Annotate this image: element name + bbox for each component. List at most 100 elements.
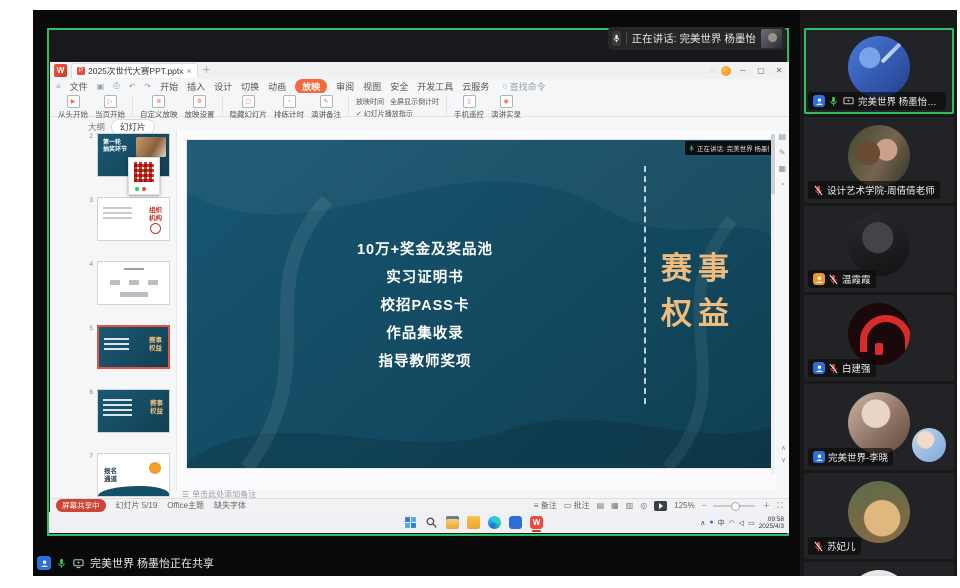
minimize-button[interactable]: ─ [737, 66, 749, 75]
zoom-slider[interactable] [713, 505, 755, 507]
option-fullscreen-countdown[interactable]: 全屏显示倒计时 [390, 97, 439, 107]
menu-file[interactable]: 文件 [70, 80, 88, 93]
find-command[interactable]: ○查找命令 [502, 80, 545, 93]
floating-mini-avatar[interactable] [912, 428, 946, 462]
menu-design[interactable]: 设计 [214, 80, 232, 93]
custom-show-button[interactable]: ≣自定义放映 [140, 95, 178, 120]
tray-app-icon[interactable]: ● [709, 519, 713, 526]
option-show-time[interactable]: 放映时间 [356, 97, 384, 107]
slideshow-play-button[interactable] [654, 501, 667, 511]
participant-tile-clipped[interactable] [804, 562, 954, 576]
layout-tool-icon[interactable]: ▦ [778, 164, 786, 173]
benefit-line: 实习证明书 [315, 266, 535, 287]
phone-icon: ▯ [463, 95, 476, 108]
theme-label[interactable]: Office主题 [167, 500, 204, 511]
network-icon[interactable]: ◠ [729, 519, 735, 527]
battery-icon[interactable]: ▭ [748, 519, 755, 527]
menu-slideshow-active[interactable]: 放映 [295, 79, 327, 94]
play-from-start-button[interactable]: ▶从头开始 [58, 95, 88, 120]
next-slide-arrow[interactable]: ∨ [781, 456, 786, 464]
comments-toggle[interactable]: ▭ 批注 [564, 500, 590, 511]
avatar [848, 570, 910, 576]
eye-mode-icon[interactable]: ◎ [640, 501, 647, 510]
account-avatar[interactable] [721, 66, 731, 76]
reading-view-icon[interactable]: ▥ [626, 501, 634, 510]
share-status-banner: 完美世界 杨墨怡正在共享 [37, 553, 214, 573]
slide-thumbnail-5[interactable]: 赛事权益 [97, 389, 170, 433]
tab-outline[interactable]: 大纲 [88, 121, 105, 133]
print-icon[interactable]: ⎙ [113, 81, 119, 91]
hamburger-icon[interactable]: ≡ [56, 82, 61, 91]
redo-icon[interactable]: ↷ [144, 82, 151, 91]
notes-hint-bar[interactable]: ☰ 单击此处添加备注 [176, 490, 775, 498]
menu-review[interactable]: 审阅 [336, 80, 354, 93]
mic-on-icon [56, 558, 67, 569]
file-explorer-icon[interactable] [446, 516, 459, 529]
play-from-current-button[interactable]: ▷当页开始 [95, 95, 125, 120]
participant-tile[interactable]: 苏妃儿 [804, 473, 954, 559]
zoom-in-icon[interactable]: ＋ [762, 500, 770, 511]
notes-toggle[interactable]: ≡ 备注 [534, 500, 557, 511]
taskbar-clock[interactable]: 09:58 2025/4/3 [759, 516, 784, 530]
participant-tile[interactable]: 温霞霞 [804, 206, 954, 292]
tray-expand-icon[interactable]: ∧ [700, 519, 705, 527]
menu-cloud[interactable]: 云服务 [462, 80, 489, 93]
wps-logo-icon[interactable]: W [54, 64, 67, 77]
ppt-file-icon: P [77, 67, 85, 75]
lecture-record-button[interactable]: ◉演讲实录 [491, 95, 521, 120]
edge-browser-icon[interactable] [488, 516, 501, 529]
menu-animation[interactable]: 动画 [268, 80, 286, 93]
canvas-scrollbar[interactable] [771, 134, 775, 474]
outline-tool-icon[interactable]: ▤ [778, 132, 786, 141]
fit-slide-icon[interactable]: ⛶ [777, 501, 783, 511]
close-button[interactable]: ✕ [773, 66, 785, 75]
start-button-icon[interactable] [404, 516, 417, 529]
comment-tool-icon[interactable]: ✎ [779, 148, 786, 157]
prev-slide-arrow[interactable]: ∧ [781, 444, 786, 452]
slide-thumbnail-2[interactable]: 组织机构 [97, 197, 170, 241]
save-icon[interactable]: ▣ [97, 82, 105, 91]
undo-icon[interactable]: ↶ [129, 82, 136, 91]
zoom-out-icon[interactable]: − [702, 501, 707, 510]
rehearse-timing-button[interactable]: ◔排练计时 [274, 95, 304, 120]
document-tab[interactable]: P 2025次世代大赛PPT.pptx × [71, 63, 198, 78]
speaker-notes-button[interactable]: ✎演讲备注 [311, 95, 341, 120]
participant-tile[interactable]: 白建强 [804, 295, 954, 381]
blue-app-icon[interactable] [509, 516, 522, 529]
zoom-level[interactable]: 125% [674, 501, 694, 510]
participant-tile[interactable]: 设计艺术学院-周倩倩老师 [804, 117, 954, 203]
hide-slide-button[interactable]: ▢隐藏幻灯片 [230, 95, 268, 120]
zoom-knob[interactable] [731, 502, 740, 511]
phone-remote-button[interactable]: ▯手机遥控 [454, 95, 484, 120]
menu-transition[interactable]: 切换 [241, 80, 259, 93]
menu-view[interactable]: 视图 [363, 80, 381, 93]
menu-home[interactable]: 开始 [160, 80, 178, 93]
help-tool-icon[interactable]: ◔ [780, 180, 785, 189]
close-tab-icon[interactable]: × [186, 67, 191, 76]
mode-pill[interactable]: 屏幕共享中 [56, 499, 106, 512]
slide-thumbnail-6[interactable]: 报名通道 [97, 453, 170, 497]
participant-tile-sharing[interactable]: 完美世界 杨墨怡正在共享 [804, 28, 954, 114]
menu-security[interactable]: 安全 [390, 80, 408, 93]
avatar [848, 36, 910, 98]
qr-code-popup[interactable] [128, 157, 160, 195]
wps-taskbar-icon[interactable]: W [530, 516, 543, 529]
new-tab-button[interactable]: ＋ [202, 66, 211, 75]
sorter-view-icon[interactable]: ▦ [611, 501, 619, 510]
notes-icon: ✎ [320, 95, 333, 108]
show-settings-button[interactable]: ⚙放映设置 [185, 95, 215, 120]
speaker-video-thumb[interactable] [761, 29, 782, 48]
bell-icon[interactable]: ◌ [710, 66, 715, 75]
slide-thumbnail-3[interactable] [97, 261, 170, 305]
ime-indicator[interactable]: 中 [718, 518, 725, 528]
search-taskbar-icon[interactable] [425, 516, 438, 529]
volume-icon[interactable]: ◁ [739, 519, 744, 527]
slide-thumbnail-4-selected[interactable]: 赛事权益 [97, 325, 170, 369]
normal-view-icon[interactable]: ▤ [597, 501, 605, 510]
menu-devtools[interactable]: 开发工具 [417, 80, 453, 93]
restore-button[interactable]: ▢ [755, 66, 767, 75]
folder-icon[interactable] [467, 516, 480, 529]
menu-insert[interactable]: 插入 [187, 80, 205, 93]
missing-font-tip[interactable]: 缺失字体 [214, 500, 246, 511]
option-pointer-indicator[interactable]: ✓ 幻灯片播放指示 [356, 109, 413, 119]
